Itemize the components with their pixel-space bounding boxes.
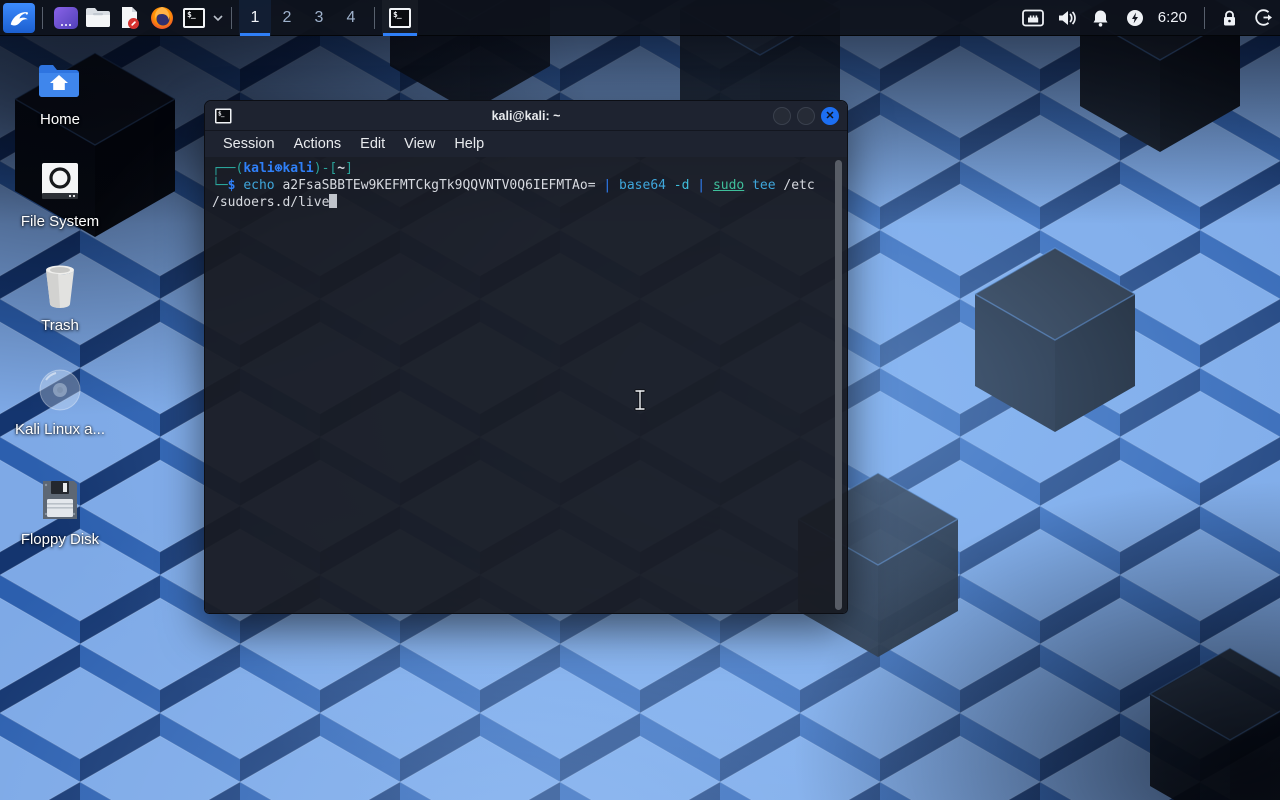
terminal-window: $_ kali@kali: ~ ✕ Session Actions Edit V… xyxy=(204,100,848,614)
prompt-line-1: ┌──(kali⊛kali)-[~] xyxy=(212,161,829,178)
minimize-button[interactable] xyxy=(773,107,791,125)
terminal-block-cursor xyxy=(329,194,337,208)
panel-separator xyxy=(1204,7,1205,29)
show-desktop-launcher[interactable] xyxy=(50,2,82,34)
firefox-icon xyxy=(150,6,174,30)
mouse-ibeam-cursor xyxy=(632,388,648,417)
terminal-body[interactable]: ┌──(kali⊛kali)-[~] └─$ echo a2FsaSBBTEw9… xyxy=(205,157,847,614)
menu-edit[interactable]: Edit xyxy=(360,136,385,152)
terminal-icon: $_ xyxy=(183,8,205,28)
panel-separator xyxy=(42,7,43,29)
lock-screen-button[interactable] xyxy=(1212,0,1246,36)
desktop-icon-label: Trash xyxy=(41,317,79,334)
file-manager-launcher[interactable] xyxy=(82,2,114,34)
desktop-icon-file-system[interactable]: File System xyxy=(12,158,108,230)
network-icon xyxy=(1022,9,1044,27)
hard-drive-icon xyxy=(39,161,81,203)
prompt-line-2: └─$ echo a2FsaSBBTEw9KEFMTCkgTk9QQVNTV0Q… xyxy=(212,178,829,195)
menu-session[interactable]: Session xyxy=(223,136,275,152)
desktop-icon-label: Home xyxy=(40,111,80,128)
terminal-launcher[interactable]: $_ xyxy=(178,2,210,34)
terminal-icon: $_ xyxy=(389,8,411,28)
prompt-line-3: /sudoers.d/live xyxy=(212,194,829,211)
power-icon xyxy=(1126,9,1144,27)
terminal-titlebar[interactable]: $_ kali@kali: ~ ✕ xyxy=(205,101,847,131)
workspace-3-button[interactable]: 3 xyxy=(303,0,335,36)
logout-icon xyxy=(1254,8,1273,27)
system-tray: 6:20 xyxy=(1016,0,1280,36)
network-tray-button[interactable] xyxy=(1016,0,1050,36)
top-panel: $_ 1 2 3 4 $_ xyxy=(0,0,1280,36)
menu-actions[interactable]: Actions xyxy=(294,136,342,152)
terminal-scrollbar[interactable] xyxy=(835,160,842,610)
firefox-launcher[interactable] xyxy=(146,2,178,34)
kali-dragon-icon xyxy=(8,7,30,29)
desktop-icon-floppy-disk[interactable]: Floppy Disk xyxy=(12,476,108,548)
desktop-icon-label: Kali Linux a... xyxy=(15,421,105,438)
close-button[interactable]: ✕ xyxy=(821,107,839,125)
desktop-icon-label: Floppy Disk xyxy=(21,531,99,548)
desktop-icon-label: File System xyxy=(21,213,99,230)
cd-disc-icon xyxy=(38,368,82,412)
clock[interactable]: 6:20 xyxy=(1152,9,1197,26)
volume-tray-button[interactable] xyxy=(1050,0,1084,36)
notifications-tray-button[interactable] xyxy=(1084,0,1118,36)
folder-icon xyxy=(85,7,111,29)
desktop-icon-home[interactable]: Home xyxy=(12,56,108,128)
bell-icon xyxy=(1092,9,1109,27)
floppy-disk-icon xyxy=(39,479,81,521)
desktop-icon-kali-cd[interactable]: Kali Linux a... xyxy=(12,366,108,438)
home-folder-icon xyxy=(37,60,83,100)
menu-view[interactable]: View xyxy=(404,136,435,152)
volume-icon xyxy=(1057,9,1077,27)
desktop-icon-trash[interactable]: Trash xyxy=(12,262,108,334)
panel-separator xyxy=(231,7,232,29)
desktop-icon xyxy=(54,7,78,29)
trash-icon xyxy=(40,264,80,308)
document-icon xyxy=(118,6,142,30)
logout-button[interactable] xyxy=(1246,0,1280,36)
workspace-4-button[interactable]: 4 xyxy=(335,0,367,36)
workspace-pager: 1 2 3 4 xyxy=(239,0,367,36)
lock-icon xyxy=(1221,9,1238,27)
workspace-1-button[interactable]: 1 xyxy=(239,0,271,36)
terminal-task-button[interactable]: $_ xyxy=(382,0,418,36)
applications-menu-button[interactable] xyxy=(3,3,35,33)
text-editor-launcher[interactable] xyxy=(114,2,146,34)
window-title: kali@kali: ~ xyxy=(205,109,847,123)
kali-desktop: $_ 1 2 3 4 $_ xyxy=(0,0,1280,800)
menu-help[interactable]: Help xyxy=(454,136,484,152)
power-tray-button[interactable] xyxy=(1118,0,1152,36)
panel-separator xyxy=(374,7,375,29)
terminal-menubar: Session Actions Edit View Help xyxy=(205,131,847,157)
workspace-2-button[interactable]: 2 xyxy=(271,0,303,36)
maximize-button[interactable] xyxy=(797,107,815,125)
terminal-icon: $_ xyxy=(215,108,232,123)
chevron-down-icon[interactable] xyxy=(212,14,224,22)
